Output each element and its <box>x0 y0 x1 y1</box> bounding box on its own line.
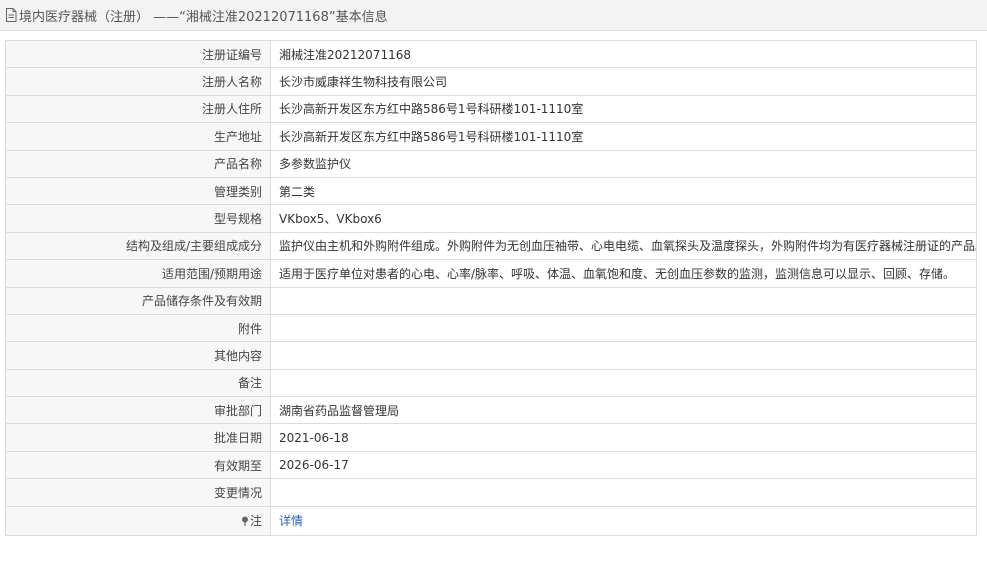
table-row: 管理类别 第二类 <box>5 176 977 206</box>
field-value: 2026-06-17 <box>270 450 977 480</box>
field-value <box>270 478 977 507</box>
field-value: 第二类 <box>270 176 977 206</box>
field-label: 附件 <box>5 313 271 343</box>
field-value: 2021-06-18 <box>270 423 977 452</box>
document-icon <box>6 8 17 22</box>
field-label: 注册人名称 <box>5 67 271 96</box>
field-value: 湖南省药品监督管理局 <box>270 396 977 425</box>
table-row: 型号规格 VKbox5、VKbox6 <box>5 204 977 233</box>
field-label: 其他内容 <box>5 341 271 370</box>
field-label: 型号规格 <box>5 204 271 233</box>
table-row: 附件 <box>5 313 977 343</box>
table-row: 备注 <box>5 368 977 398</box>
field-label: 备注 <box>5 368 271 398</box>
note-label: 注 <box>249 514 262 529</box>
table-row: 批准日期 2021-06-18 <box>5 423 977 452</box>
field-value <box>270 341 977 370</box>
table-row: 审批部门 湖南省药品监督管理局 <box>5 396 977 425</box>
page-header: 境内医疗器械（注册） ——“湘械注准20212071168”基本信息 <box>0 0 987 31</box>
table-row: 注册证编号 湘械注准20212071168 <box>5 39 977 69</box>
table-row: 生产地址 长沙高新开发区东方红中路586号1号科研楼101-1110室 <box>5 122 977 151</box>
table-row: 注册人名称 长沙市威康祥生物科技有限公司 <box>5 67 977 96</box>
field-label: 产品储存条件及有效期 <box>5 286 271 315</box>
field-value: 长沙市威康祥生物科技有限公司 <box>270 67 977 96</box>
field-label: 审批部门 <box>5 396 271 425</box>
table-row: 有效期至 2026-06-17 <box>5 450 977 480</box>
field-value: 湘械注准20212071168 <box>270 39 977 69</box>
info-table: 注册证编号 湘械注准20212071168 注册人名称 长沙市威康祥生物科技有限公司注… <box>5 39 977 536</box>
field-label: 注册人住所 <box>5 94 271 124</box>
table-row: 其他内容 <box>5 341 977 370</box>
note-value-cell: 详情 <box>270 505 977 536</box>
note-label-cell: 注 <box>5 505 271 536</box>
field-label: 结构及组成/主要组成成分 <box>5 231 271 261</box>
field-label: 生产地址 <box>5 122 271 151</box>
table-row: 注册人住所 长沙高新开发区东方红中路586号1号科研楼101-1110室 <box>5 94 977 124</box>
info-table-container: 注册证编号 湘械注准20212071168 注册人名称 长沙市威康祥生物科技有限公司注… <box>5 39 977 536</box>
field-value: 长沙高新开发区东方红中路586号1号科研楼101-1110室 <box>270 122 977 151</box>
details-link[interactable]: 详情 <box>279 514 303 528</box>
field-value <box>270 286 977 315</box>
field-value <box>270 368 977 398</box>
table-row: 适用范围/预期用途 适用于医疗单位对患者的心电、心率/脉率、呼吸、体温、血氧饱和度… <box>5 259 977 288</box>
field-label: 产品名称 <box>5 149 271 178</box>
field-value <box>270 313 977 343</box>
field-label: 批准日期 <box>5 423 271 452</box>
field-label: 管理类别 <box>5 176 271 206</box>
table-row: 结构及组成/主要组成成分 监护仪由主机和外购附件组成。外购附件为无创血压袖带、心电… <box>5 231 977 261</box>
table-row: 产品储存条件及有效期 <box>5 286 977 315</box>
field-value: 多参数监护仪 <box>270 149 977 178</box>
field-label: 适用范围/预期用途 <box>5 259 271 288</box>
field-label: 注册证编号 <box>5 39 271 69</box>
field-value: 适用于医疗单位对患者的心电、心率/脉率、呼吸、体温、血氧饱和度、无创血压参数的监… <box>270 259 977 288</box>
table-row: 变更情况 <box>5 478 977 507</box>
pin-icon <box>241 516 248 527</box>
table-row: 产品名称 多参数监护仪 <box>5 149 977 178</box>
page-title: 境内医疗器械（注册） ——“湘械注准20212071168”基本信息 <box>19 9 388 25</box>
field-value: 长沙高新开发区东方红中路586号1号科研楼101-1110室 <box>270 94 977 124</box>
field-label: 有效期至 <box>5 450 271 480</box>
field-value: VKbox5、VKbox6 <box>270 204 977 233</box>
field-label: 变更情况 <box>5 478 271 507</box>
field-value: 监护仪由主机和外购附件组成。外购附件为无创血压袖带、心电电缆、血氧探头及温度探头… <box>270 231 977 261</box>
table-row-note: 注 详情 <box>5 505 977 536</box>
